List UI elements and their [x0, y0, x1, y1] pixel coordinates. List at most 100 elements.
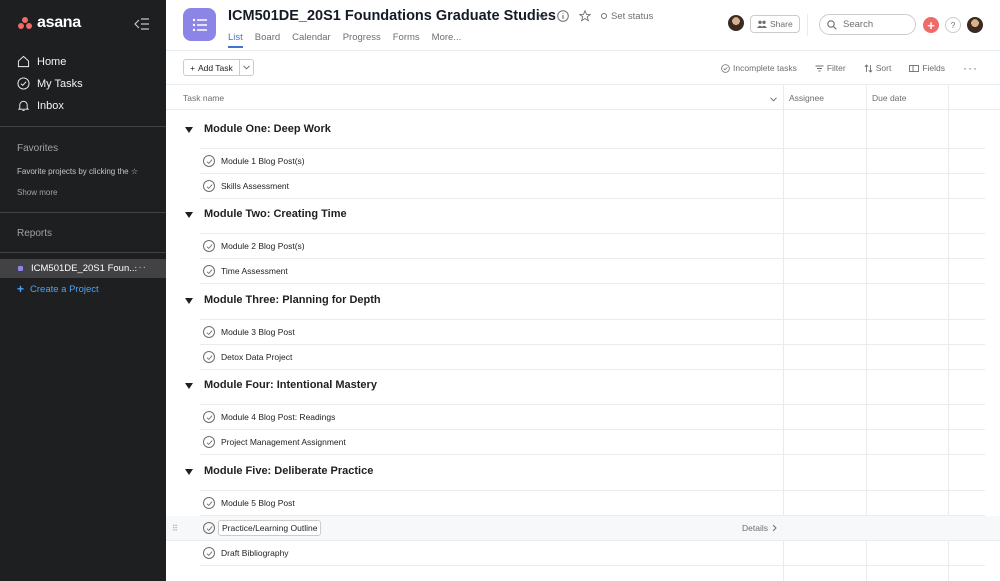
project-list-icon[interactable] [183, 8, 216, 41]
section-title[interactable]: Module Two: Creating Time [204, 208, 347, 220]
asana-logo[interactable]: asana [18, 14, 81, 32]
home-icon [17, 55, 30, 68]
sidebar-item-project[interactable]: ICM501DE_20S1 Foun... ··· [0, 259, 166, 278]
section-title[interactable]: Module Three: Planning for Depth [204, 294, 381, 306]
task-details-button[interactable]: Details [742, 523, 777, 533]
user-avatar[interactable] [967, 17, 983, 33]
task-name-input[interactable]: Practice/Learning Outline [218, 520, 322, 536]
task-name[interactable]: Module 3 Blog Post [221, 327, 295, 337]
tab-board[interactable]: Board [255, 32, 280, 48]
project-header: ICM501DE_20S1 Foundations Graduate Studi… [166, 0, 1000, 51]
sidebar-item-my-tasks[interactable]: My Tasks [17, 77, 83, 90]
filter-label: Filter [826, 63, 846, 73]
search-placeholder: Search [843, 19, 874, 30]
complete-task-checkbox[interactable] [203, 547, 215, 559]
table-row[interactable]: Module 4 Blog Post: Readings [166, 405, 1000, 430]
more-options-icon[interactable]: ··· [963, 61, 978, 75]
task-name[interactable]: Module 2 Blog Post(s) [221, 241, 305, 251]
fields-button[interactable]: Fields [909, 63, 945, 73]
task-name[interactable]: Module 5 Blog Post [221, 498, 295, 508]
complete-task-checkbox[interactable] [203, 240, 215, 252]
complete-task-checkbox[interactable] [203, 265, 215, 277]
task-name[interactable]: Project Management Assignment [221, 437, 346, 447]
tab-forms[interactable]: Forms [393, 32, 420, 48]
task-name[interactable]: Module 1 Blog Post(s) [221, 156, 305, 166]
share-label: Share [770, 19, 793, 29]
tab-list[interactable]: List [228, 32, 243, 48]
star-icon[interactable] [579, 10, 591, 22]
table-row[interactable]: Module 1 Blog Post(s) [166, 149, 1000, 174]
section-header: Module Two: Creating Time [166, 198, 1000, 234]
page-title[interactable]: ICM501DE_20S1 Foundations Graduate Studi… [228, 8, 556, 24]
table-row[interactable]: Module 3 Blog Post [166, 320, 1000, 345]
help-button[interactable]: ? [945, 17, 961, 33]
collapse-caret-icon[interactable] [185, 383, 193, 389]
collapse-sidebar-icon[interactable] [131, 15, 153, 33]
show-more-link[interactable]: Show more [17, 188, 57, 197]
complete-task-checkbox[interactable] [203, 155, 215, 167]
drag-handle-icon[interactable]: ⠿ [172, 524, 178, 533]
list-toolbar: + Add Task Incomplete tasks Filter Sort F… [166, 51, 1000, 85]
column-assignee[interactable]: Assignee [789, 93, 824, 103]
more-options-icon[interactable]: ··· [134, 262, 147, 273]
filter-button[interactable]: Filter [815, 63, 846, 73]
table-row[interactable]: Module 5 Blog Post [166, 491, 1000, 516]
chevron-down-icon[interactable] [770, 94, 777, 104]
section-title[interactable]: Module Five: Deliberate Practice [204, 465, 373, 477]
sort-label: Sort [875, 63, 892, 73]
favorites-hint: Favorite projects by clicking the ☆ [17, 167, 138, 176]
complete-task-checkbox[interactable] [203, 351, 215, 363]
collapse-caret-icon[interactable] [185, 127, 193, 133]
share-button[interactable]: Share [750, 15, 800, 33]
complete-task-checkbox[interactable] [203, 326, 215, 338]
table-row[interactable]: Module 2 Blog Post(s) [166, 234, 1000, 259]
bell-icon [17, 100, 30, 111]
task-name[interactable]: Skills Assessment [221, 181, 289, 191]
tab-calendar[interactable]: Calendar [292, 32, 331, 48]
section-title[interactable]: Module Four: Intentional Mastery [204, 379, 377, 391]
logo-text: asana [37, 14, 81, 31]
table-row[interactable]: Project Management Assignment [166, 430, 1000, 455]
column-due-date[interactable]: Due date [872, 93, 907, 103]
tab-more[interactable]: More... [432, 32, 462, 48]
complete-task-checkbox[interactable] [203, 180, 215, 192]
create-project-link[interactable]: + Create a Project [17, 282, 99, 296]
section-title[interactable]: Module One: Deep Work [204, 123, 331, 135]
info-icon[interactable] [557, 10, 569, 22]
add-task-dropdown[interactable] [240, 60, 253, 75]
chevron-down-icon[interactable] [537, 13, 547, 20]
table-row[interactable]: Detox Data Project [166, 345, 1000, 370]
add-task-button[interactable]: + Add Task [183, 59, 254, 76]
collapse-caret-icon[interactable] [185, 298, 193, 304]
table-row[interactable]: Draft Bibliography [166, 541, 1000, 566]
complete-task-checkbox[interactable] [203, 436, 215, 448]
collapse-caret-icon[interactable] [185, 212, 193, 218]
complete-task-checkbox[interactable] [203, 522, 215, 534]
section-header: Module Four: Intentional Mastery [166, 369, 1000, 405]
task-name[interactable]: Draft Bibliography [221, 548, 289, 558]
fields-icon [909, 64, 920, 72]
column-task-name[interactable]: Task name [183, 93, 224, 103]
sidebar-item-home[interactable]: Home [17, 55, 66, 68]
task-name[interactable]: Detox Data Project [221, 352, 292, 362]
quick-add-button[interactable]: + [923, 17, 939, 33]
reports-heading[interactable]: Reports [17, 228, 52, 239]
complete-task-checkbox[interactable] [203, 497, 215, 509]
set-status-button[interactable]: Set status [601, 11, 653, 22]
people-icon [757, 20, 767, 28]
collapse-caret-icon[interactable] [185, 469, 193, 475]
task-name[interactable]: Time Assessment [221, 266, 288, 276]
tab-progress[interactable]: Progress [343, 32, 381, 48]
sidebar-item-inbox[interactable]: Inbox [17, 99, 64, 112]
search-input[interactable]: Search [819, 14, 916, 35]
complete-task-checkbox[interactable] [203, 411, 215, 423]
task-name[interactable]: Module 4 Blog Post: Readings [221, 412, 335, 422]
sort-button[interactable]: Sort [864, 63, 892, 73]
section-header: Module One: Deep Work [166, 113, 1000, 149]
table-row[interactable]: Time Assessment [166, 259, 1000, 284]
table-row[interactable]: ⠿ Practice/Learning Outline Details [166, 516, 1000, 541]
incomplete-tasks-button[interactable]: Incomplete tasks [721, 63, 797, 73]
sidebar-item-label: Home [37, 55, 67, 68]
member-avatar[interactable] [728, 15, 744, 31]
table-row[interactable]: Skills Assessment [166, 174, 1000, 199]
